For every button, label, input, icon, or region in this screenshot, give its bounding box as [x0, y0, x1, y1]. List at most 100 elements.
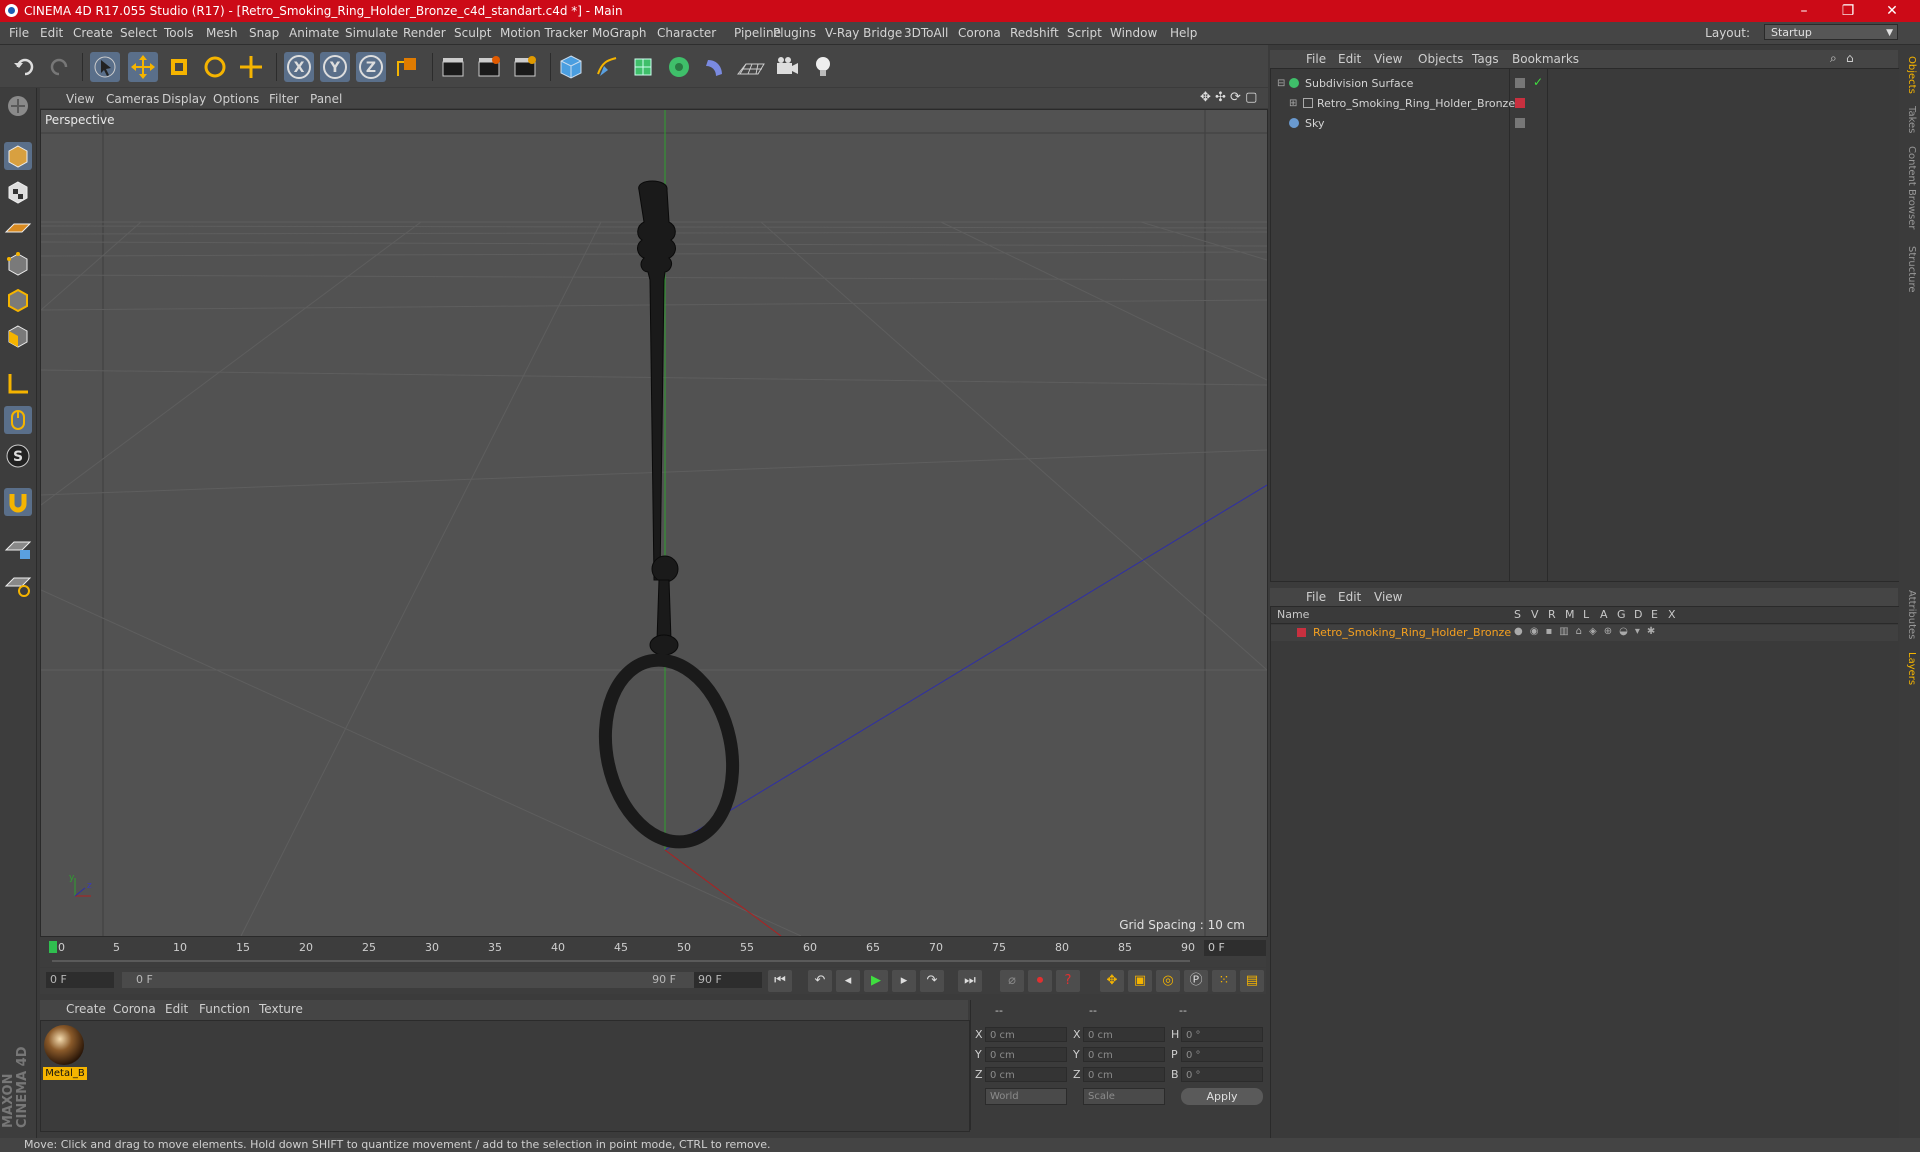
material-menu-texture[interactable]: Texture [259, 1002, 303, 1016]
menu-edit[interactable]: Edit [40, 26, 63, 40]
menu-vray-bridge[interactable]: V-Ray Bridge [825, 26, 902, 40]
object-menu-file[interactable]: File [1306, 52, 1326, 66]
rotate-tool[interactable] [200, 52, 230, 82]
play-button[interactable]: ▶ [864, 970, 888, 992]
current-frame-field[interactable]: 0 F [1204, 940, 1266, 956]
collapse-icon[interactable]: ⊟ [1277, 78, 1285, 89]
spline-pen-button[interactable] [592, 52, 622, 82]
cube-primitive-button[interactable] [556, 52, 586, 82]
key-position-button[interactable]: ✥ [1100, 970, 1124, 992]
material-menu-create[interactable]: Create [66, 1002, 106, 1016]
redo-button[interactable] [44, 52, 74, 82]
tab-layers[interactable]: Layers [1902, 652, 1917, 685]
position-z-field[interactable]: 0 cm [985, 1067, 1067, 1082]
object-row[interactable]: ⊟ Subdivision Surface ✓ [1271, 75, 1898, 93]
x-axis-lock[interactable]: X [284, 52, 314, 82]
position-x-field[interactable]: 0 cm [985, 1027, 1067, 1042]
camera-button[interactable] [772, 52, 802, 82]
deformer-button[interactable] [700, 52, 730, 82]
z-axis-lock[interactable]: Z [356, 52, 386, 82]
move-tool[interactable] [128, 52, 158, 82]
light-button[interactable] [808, 52, 838, 82]
layer-menu-view[interactable]: View [1374, 590, 1402, 604]
menu-file[interactable]: File [9, 26, 29, 40]
layer-row[interactable]: Retro_Smoking_Ring_Holder_Bronze ●◉▪▥⌂◈⊕… [1271, 625, 1898, 641]
tab-objects[interactable]: Objects [1902, 56, 1917, 94]
layer-flag-icons[interactable]: ●◉▪▥⌂◈⊕◒▾✱ [1514, 626, 1662, 637]
snap-button[interactable] [4, 488, 32, 516]
timeline-window-button[interactable]: ▤ [1240, 970, 1264, 992]
object-row[interactable]: Sky [1271, 115, 1898, 133]
maximize-button[interactable]: ❐ [1826, 0, 1870, 22]
menu-motion-tracker[interactable]: Motion Tracker [500, 26, 588, 40]
menu-tools[interactable]: Tools [164, 26, 194, 40]
enabled-checkmark-icon[interactable]: ✓ [1533, 75, 1543, 89]
menu-plugins[interactable]: Plugins [773, 26, 816, 40]
menu-3dtoall[interactable]: 3DToAll [904, 26, 948, 40]
size-z-field[interactable]: 0 cm [1083, 1067, 1165, 1082]
key-pla-button[interactable]: ⁙ [1212, 970, 1236, 992]
subdivision-surface-button[interactable] [628, 52, 658, 82]
material-menu-function[interactable]: Function [199, 1002, 250, 1016]
tab-attributes[interactable]: Attributes [1902, 590, 1917, 639]
viewport-menu-filter[interactable]: Filter [269, 92, 299, 106]
tab-takes[interactable]: Takes [1902, 106, 1917, 133]
keyframe-selection-button[interactable]: ? [1056, 970, 1080, 992]
object-menu-objects[interactable]: Objects [1418, 52, 1463, 66]
expand-icon[interactable]: ⊞ [1289, 98, 1297, 109]
frame-range-slider[interactable]: 0 F 90 F [122, 972, 694, 988]
menu-create[interactable]: Create [73, 26, 113, 40]
undo-button[interactable] [10, 52, 40, 82]
layer-name[interactable]: Retro_Smoking_Ring_Holder_Bronze [1313, 626, 1511, 639]
workplane-mode-button[interactable] [4, 214, 32, 242]
axis-mode-button[interactable] [4, 370, 32, 398]
viewport-camera-label[interactable]: Perspective [45, 113, 115, 127]
make-editable-button[interactable] [4, 92, 32, 120]
end-frame-field[interactable]: 90 F [694, 972, 762, 988]
render-view-button[interactable] [438, 52, 468, 82]
close-button[interactable]: ✕ [1870, 0, 1914, 22]
workplane-align-button[interactable] [4, 570, 32, 598]
menu-script[interactable]: Script [1067, 26, 1102, 40]
viewport-menu-cameras[interactable]: Cameras [106, 92, 159, 106]
object-row[interactable]: ⊞ Retro_Smoking_Ring_Holder_Bronze [1271, 95, 1898, 113]
layout-dropdown[interactable]: Startup ▼ [1764, 24, 1898, 40]
menu-redshift[interactable]: Redshift [1010, 26, 1059, 40]
rotation-h-field[interactable]: 0 ° [1181, 1027, 1263, 1042]
menu-simulate[interactable]: Simulate [345, 26, 398, 40]
menu-corona[interactable]: Corona [958, 26, 1001, 40]
coordinate-mode-dropdown[interactable]: World [985, 1088, 1067, 1105]
cloner-button[interactable] [664, 52, 694, 82]
points-mode-button[interactable] [4, 250, 32, 278]
next-key-button[interactable]: ↷ [920, 970, 944, 992]
tab-content-browser[interactable]: Content Browser [1902, 146, 1917, 229]
rotation-b-field[interactable]: 0 ° [1181, 1067, 1263, 1082]
material-menu-corona[interactable]: Corona [113, 1002, 156, 1016]
viewport-menu-panel[interactable]: Panel [310, 92, 342, 106]
key-rotation-button[interactable]: ◎ [1156, 970, 1180, 992]
edges-mode-button[interactable] [4, 286, 32, 314]
model-mode-button[interactable] [4, 142, 32, 170]
menu-select[interactable]: Select [120, 26, 157, 40]
material-menu-edit[interactable]: Edit [165, 1002, 188, 1016]
menu-window[interactable]: Window [1110, 26, 1157, 40]
start-frame-field[interactable]: 0 F [46, 972, 114, 988]
record-key-button[interactable]: ⌀ [1000, 970, 1024, 992]
go-to-end-button[interactable]: ⏭ [958, 970, 982, 992]
solo-button[interactable]: S [4, 442, 32, 470]
scale-tool[interactable] [164, 52, 194, 82]
menu-snap[interactable]: Snap [249, 26, 279, 40]
viewport-menu-view[interactable]: View [66, 92, 94, 106]
next-frame-button[interactable]: ▸ [892, 970, 916, 992]
tweak-mode-button[interactable] [4, 406, 32, 434]
rotation-p-field[interactable]: 0 ° [1181, 1047, 1263, 1062]
viewport-menu-display[interactable]: Display [162, 92, 206, 106]
size-x-field[interactable]: 0 cm [1083, 1027, 1165, 1042]
menu-mesh[interactable]: Mesh [206, 26, 238, 40]
layer-menu-file[interactable]: File [1306, 590, 1326, 604]
y-axis-lock[interactable]: Y [320, 52, 350, 82]
layer-color-swatch[interactable] [1297, 628, 1306, 637]
size-y-field[interactable]: 0 cm [1083, 1047, 1165, 1062]
key-parameter-button[interactable]: Ⓟ [1184, 970, 1208, 992]
menu-sculpt[interactable]: Sculpt [454, 26, 491, 40]
